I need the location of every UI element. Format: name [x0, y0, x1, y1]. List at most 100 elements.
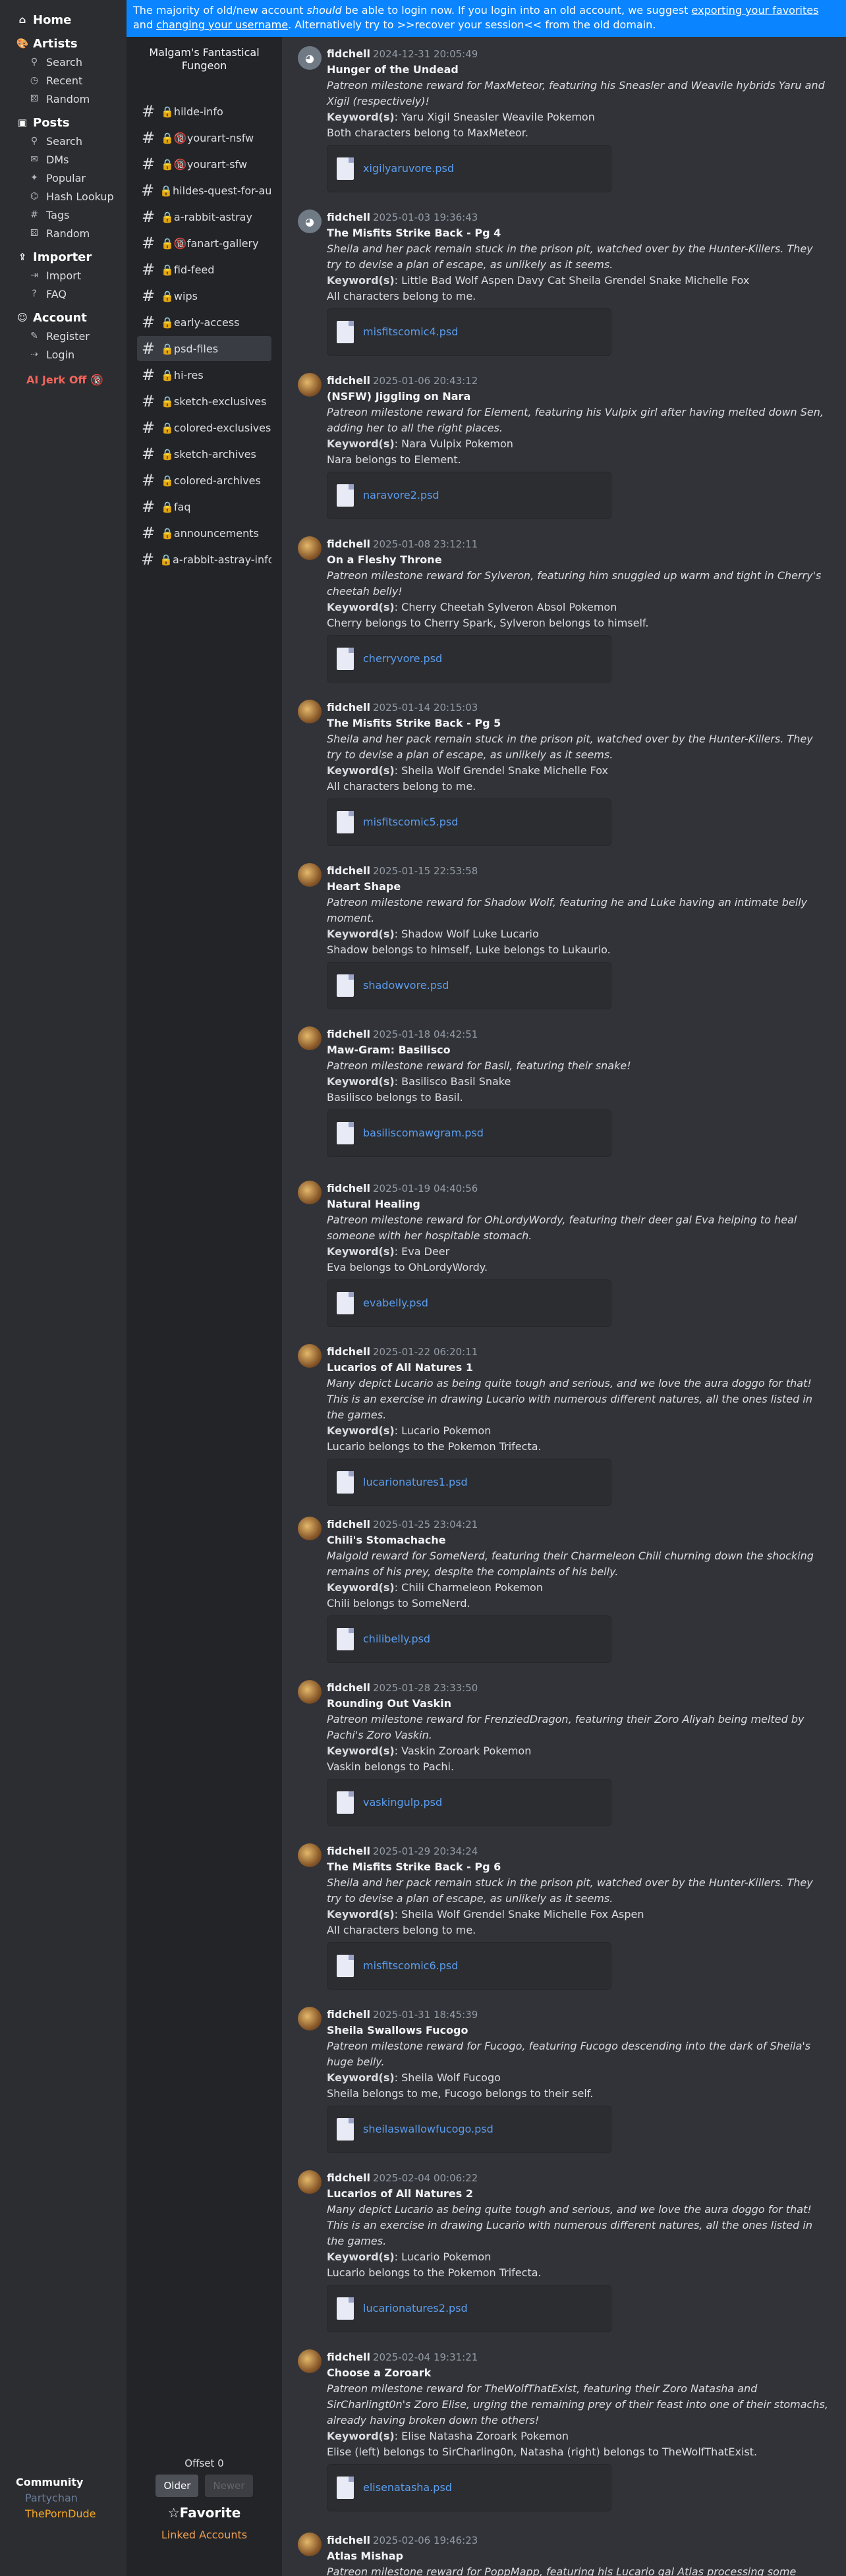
nav-artists-random[interactable]: ⚄ Random [14, 90, 127, 108]
nav-posts-dms[interactable]: ✉ DMs [14, 150, 127, 169]
avatar[interactable] [298, 2533, 322, 2556]
nav-importer-heading[interactable]: ⇪ Importer [14, 248, 127, 266]
avatar[interactable] [298, 1026, 322, 1050]
nav-posts-popular[interactable]: ✦ Popular [14, 169, 127, 187]
username[interactable]: fidchell [327, 1182, 370, 1194]
channel-item[interactable]: # 🔒🔞yourart-sfw [137, 152, 271, 177]
file-link[interactable]: lucarionatures1.psd [363, 1474, 468, 1490]
username[interactable]: fidchell [327, 1681, 370, 1694]
channel-item[interactable]: # 🔒hilde-info [137, 99, 271, 124]
channel-item[interactable]: # 🔒sketch-exclusives [137, 389, 271, 414]
username[interactable]: fidchell [327, 47, 370, 60]
channel-item[interactable]: # 🔒colored-archives [137, 468, 271, 493]
file-link[interactable]: lucarionatures2.psd [363, 2301, 468, 2316]
avatar[interactable] [298, 863, 322, 887]
nav-faq[interactable]: ? FAQ [14, 285, 127, 303]
nav-posts-hash-lookup[interactable]: ⌬ Hash Lookup [14, 187, 127, 206]
avatar[interactable] [298, 2007, 322, 2030]
file-link[interactable]: cherryvore.psd [363, 651, 442, 667]
file-link[interactable]: basiliscomawgram.psd [363, 1125, 484, 1141]
avatar[interactable] [298, 1181, 322, 1204]
channel-item[interactable]: # 🔒psd-files [137, 336, 271, 361]
file-link[interactable]: sheilaswallowfucogo.psd [363, 2121, 494, 2137]
file-link[interactable]: naravore2.psd [363, 488, 439, 503]
channel-item[interactable]: # 🔒sketch-archives [137, 441, 271, 466]
nav-home[interactable]: ⌂ Home [14, 11, 127, 29]
nav-artists-recent[interactable]: ◷ Recent [14, 71, 127, 90]
file-link[interactable]: xigilyaruvore.psd [363, 161, 454, 177]
username[interactable]: fidchell [327, 2008, 370, 2021]
file-link[interactable]: shadowvore.psd [363, 978, 449, 994]
nav-posts-search[interactable]: ⚲ Search [14, 132, 127, 150]
channel-item[interactable]: # 🔒a-rabbit-astray-info [137, 547, 271, 572]
avatar[interactable] [298, 1843, 322, 1867]
username[interactable]: fidchell [327, 1845, 370, 1857]
channel-item[interactable]: # 🔒🔞fanart-gallery [137, 231, 271, 256]
avatar[interactable] [298, 700, 322, 723]
file-attachment[interactable]: xigilyaruvore.psd [327, 145, 611, 192]
favorite-button[interactable]: ☆Favorite [127, 2505, 282, 2521]
avatar[interactable] [298, 2349, 322, 2373]
ai-promo-link[interactable]: AI Jerk Off 🔞 [14, 370, 127, 389]
username[interactable]: fidchell [327, 864, 370, 877]
channel-item[interactable]: # 🔒a-rabbit-astray [137, 204, 271, 229]
community-link-theporndude[interactable]: ThePornDude [16, 2507, 96, 2523]
recover-session-link[interactable]: >>recover your session<< [397, 18, 542, 31]
nav-account-heading[interactable]: ☺ Account [14, 308, 127, 327]
username[interactable]: fidchell [327, 2351, 370, 2363]
file-attachment[interactable]: lucarionatures1.psd [327, 1459, 611, 1506]
channel-item[interactable]: # 🔒wips [137, 283, 271, 308]
username[interactable]: fidchell [327, 2534, 370, 2546]
newer-button[interactable]: Newer [205, 2475, 253, 2497]
nav-posts-heading[interactable]: ▣ Posts [14, 113, 127, 132]
discord-icon[interactable]: ◕ [298, 46, 322, 70]
file-attachment[interactable]: sheilaswallowfucogo.psd [327, 2106, 611, 2153]
file-attachment[interactable]: vaskingulp.psd [327, 1779, 611, 1826]
username[interactable]: fidchell [327, 538, 370, 550]
nav-artists-search[interactable]: ⚲ Search [14, 53, 127, 71]
channel-item[interactable]: # 🔒faq [137, 494, 271, 519]
channel-item[interactable]: # 🔒colored-exclusives [137, 415, 271, 440]
file-attachment[interactable]: misfitscomic6.psd [327, 1942, 611, 1990]
file-attachment[interactable]: evabelly.psd [327, 1279, 611, 1327]
file-link[interactable]: misfitscomic4.psd [363, 324, 458, 340]
discord-icon[interactable]: ◕ [298, 210, 322, 233]
file-attachment[interactable]: elisenatasha.psd [327, 2464, 611, 2511]
nav-login[interactable]: ⇢ Login [14, 345, 127, 364]
username[interactable]: fidchell [327, 374, 370, 387]
file-attachment[interactable]: lucarionatures2.psd [327, 2285, 611, 2332]
file-link[interactable]: vaskingulp.psd [363, 1795, 442, 1810]
file-attachment[interactable]: misfitscomic5.psd [327, 798, 611, 846]
username[interactable]: fidchell [327, 1518, 370, 1530]
channel-item[interactable]: # 🔒hildes-quest-for-aura [137, 178, 271, 203]
file-link[interactable]: evabelly.psd [363, 1295, 428, 1311]
nav-import[interactable]: ⇥ Import [14, 266, 127, 285]
file-attachment[interactable]: basiliscomawgram.psd [327, 1109, 611, 1157]
change-username-link[interactable]: changing your username [156, 18, 288, 31]
file-attachment[interactable]: misfitscomic4.psd [327, 308, 611, 356]
file-attachment[interactable]: cherryvore.psd [327, 635, 611, 683]
username[interactable]: fidchell [327, 701, 370, 714]
file-link[interactable]: elisenatasha.psd [363, 2480, 452, 2496]
linked-accounts-link[interactable]: Linked Accounts [127, 2529, 282, 2541]
channel-item[interactable]: # 🔒announcements [137, 520, 271, 546]
username[interactable]: fidchell [327, 1028, 370, 1040]
avatar[interactable] [298, 2170, 322, 2194]
nav-posts-tags[interactable]: # Tags [14, 206, 127, 224]
older-button[interactable]: Older [155, 2475, 199, 2497]
avatar[interactable] [298, 1517, 322, 1540]
export-favorites-link[interactable]: exporting your favorites [692, 4, 819, 16]
channel-item[interactable]: # 🔒🔞yourart-nsfw [137, 125, 271, 150]
username[interactable]: fidchell [327, 2171, 370, 2184]
avatar[interactable] [298, 536, 322, 560]
avatar[interactable] [298, 1344, 322, 1368]
channel-item[interactable]: # 🔒hi-res [137, 362, 271, 387]
nav-register[interactable]: ✎ Register [14, 327, 127, 345]
avatar[interactable] [298, 373, 322, 397]
nav-posts-random[interactable]: ⚄ Random [14, 224, 127, 242]
username[interactable]: fidchell [327, 211, 370, 223]
file-attachment[interactable]: naravore2.psd [327, 472, 611, 519]
channel-item[interactable]: # 🔒fid-feed [137, 257, 271, 282]
file-link[interactable]: misfitscomic5.psd [363, 814, 458, 830]
community-link-partychan[interactable]: Partychan [16, 2492, 96, 2507]
